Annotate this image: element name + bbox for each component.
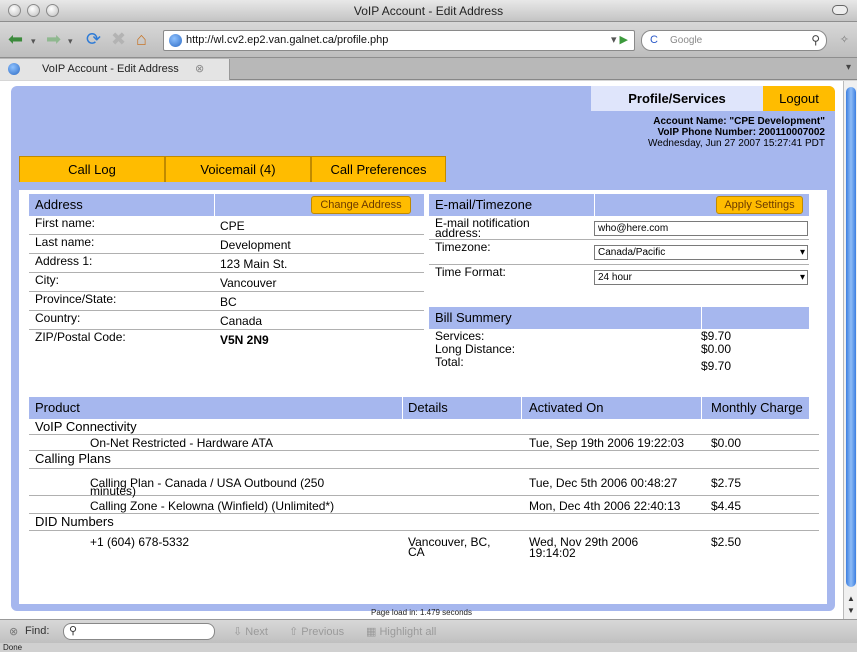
- address-row: Address 1: 123 Main St.: [29, 254, 424, 273]
- timezone-row: Timezone: Canada/Pacific ▾: [429, 240, 809, 265]
- col-details: Details: [408, 400, 448, 415]
- category-row: DID Numbers: [29, 514, 819, 531]
- address-row: ZIP/Postal Code: V5N 2N9: [35, 330, 269, 347]
- back-arrow-icon[interactable]: ⬅: [8, 29, 23, 49]
- address-row: Country: Canada: [29, 311, 424, 330]
- col-monthly-charge: Monthly Charge: [711, 400, 803, 415]
- search-input[interactable]: C Google ⚲: [641, 30, 827, 51]
- email-timezone-title: E-mail/Timezone: [435, 197, 533, 212]
- email-notification-input[interactable]: who@here.com: [594, 221, 808, 236]
- tab-call-log[interactable]: Call Log: [19, 156, 165, 182]
- header-divider: [521, 397, 522, 419]
- home-icon[interactable]: ⌂: [136, 29, 147, 49]
- chevron-down-icon: ▾: [799, 272, 805, 283]
- up-arrow-icon: ⇧: [289, 626, 299, 638]
- change-address-button[interactable]: Change Address: [311, 196, 411, 214]
- back-history-icon[interactable]: ▾: [31, 31, 36, 51]
- forward-arrow-icon[interactable]: ➡: [46, 29, 61, 49]
- address-row: Last name: Development: [29, 235, 424, 254]
- account-info: Account Name: "CPE Development" VoIP Pho…: [648, 116, 825, 149]
- header-divider: [701, 307, 702, 329]
- table-row: +1 (604) 678-5332 Vancouver, BC, CA Wed,…: [90, 535, 742, 560]
- tab-label: VoIP Account - Edit Address: [42, 63, 179, 75]
- products-header: Product Details Activated On Monthly Cha…: [29, 397, 809, 419]
- tab-voip-account[interactable]: VoIP Account - Edit Address ⊗: [0, 59, 230, 80]
- table-row: On-Net Restricted - Hardware ATA Tue, Se…: [29, 435, 819, 451]
- bill-summary-title: Bill Summery: [435, 310, 512, 325]
- products-table: VoIP Connectivity On-Net Restricted - Ha…: [29, 419, 819, 604]
- email-notification-row: E-mail notification address: who@here.co…: [429, 216, 809, 240]
- bill-summary-header: Bill Summery: [429, 307, 809, 329]
- toolbar-grip-icon: ✧: [839, 34, 849, 46]
- tab-call-preferences[interactable]: Call Preferences: [311, 156, 446, 182]
- search-icon[interactable]: ⚲: [811, 33, 820, 47]
- timezone-select[interactable]: Canada/Pacific ▾: [594, 245, 808, 260]
- current-datetime: Wednesday, Jun 27 2007 15:27:41 PDT: [648, 138, 825, 149]
- address-row: City: Vancouver: [29, 273, 424, 292]
- time-format-row: Time Format: 24 hour ▾: [429, 265, 809, 287]
- scroll-down-icon[interactable]: ▼: [847, 606, 855, 615]
- address-title: Address: [35, 197, 83, 212]
- account-frame: Profile/Services Logout Account Name: "C…: [11, 86, 835, 611]
- reload-icon[interactable]: ⟳: [86, 29, 101, 49]
- browser-toolbar: ⬅ ▾ ➡ ▾ ⟳ ✖ ⌂ http://wl.cv2.ep2.van.galn…: [0, 22, 857, 58]
- find-bar: ⊗ Find: ⚲ ⇩ Next ⇧ Previous ▦ Highlight …: [0, 619, 857, 643]
- scrollbar-thumb[interactable]: [846, 87, 856, 587]
- close-icon[interactable]: ⊗: [9, 625, 18, 638]
- main-panel: Address Change Address First name: CPE La…: [19, 190, 827, 604]
- address-bar[interactable]: http://wl.cv2.ep2.van.galnet.ca/profile.…: [163, 30, 635, 51]
- url-text: http://wl.cv2.ep2.van.galnet.ca/profile.…: [186, 34, 389, 46]
- category-row: VoIP Connectivity: [29, 419, 819, 435]
- stop-icon[interactable]: ✖: [111, 29, 126, 49]
- site-globe-icon: [169, 34, 182, 47]
- find-next-button[interactable]: ⇩ Next: [233, 625, 268, 638]
- logout-button[interactable]: Logout: [763, 86, 835, 111]
- header-divider: [594, 194, 595, 216]
- address-row: First name: CPE: [29, 216, 424, 235]
- col-activated-on: Activated On: [529, 400, 604, 415]
- tab-globe-icon: [8, 63, 20, 75]
- category-row: Calling Plans: [29, 451, 819, 469]
- tab-voicemail[interactable]: Voicemail (4): [165, 156, 311, 182]
- tab-list-icon[interactable]: ▾: [846, 62, 851, 73]
- status-bar: Done: [0, 643, 857, 652]
- down-arrow-icon: ⇩: [233, 626, 243, 638]
- table-row: Calling Plan - Canada / USA Outbound (25…: [29, 469, 819, 497]
- col-product: Product: [35, 400, 80, 415]
- find-input[interactable]: ⚲: [63, 623, 215, 640]
- window-title-bar: VoIP Account - Edit Address: [0, 0, 857, 22]
- search-placeholder: Google: [670, 35, 703, 46]
- header-divider: [701, 397, 702, 419]
- voip-number: VoIP Phone Number: 200110007002: [657, 127, 826, 138]
- vertical-scrollbar[interactable]: ▲ ▼: [843, 81, 857, 619]
- highlight-all-button[interactable]: ▦ Highlight all: [366, 625, 436, 638]
- toolbar-toggle-button[interactable]: [832, 5, 848, 15]
- page-load-time: Page load in: 1.479 seconds: [371, 608, 472, 617]
- tab-close-icon[interactable]: ⊗: [195, 62, 204, 75]
- header-divider: [214, 194, 215, 216]
- find-previous-button[interactable]: ⇧ Previous: [289, 625, 344, 638]
- time-format-select[interactable]: 24 hour ▾: [594, 270, 808, 285]
- page-content: Profile/Services Logout Account Name: "C…: [0, 81, 843, 619]
- table-row: Calling Zone - Kelowna (Winfield) (Unlim…: [29, 496, 819, 514]
- scroll-up-icon[interactable]: ▲: [847, 594, 855, 603]
- window-title: VoIP Account - Edit Address: [353, 4, 504, 18]
- search-engine-icon[interactable]: C: [650, 34, 658, 46]
- tab-bar: VoIP Account - Edit Address ⊗ ▾: [0, 58, 857, 80]
- apply-settings-button[interactable]: Apply Settings: [716, 196, 803, 214]
- find-label: Find:: [25, 625, 50, 637]
- profile-services-tab[interactable]: Profile/Services: [591, 86, 763, 111]
- forward-history-icon[interactable]: ▾: [68, 31, 73, 51]
- address-row: Province/State: BC: [29, 292, 424, 311]
- chevron-down-icon: ▾: [799, 247, 805, 258]
- account-name: Account Name: "CPE Development": [653, 116, 825, 127]
- search-icon: ⚲: [69, 625, 78, 637]
- header-divider: [402, 397, 403, 419]
- url-history-icon[interactable]: ▾ ▶: [611, 33, 628, 46]
- highlight-icon: ▦: [366, 626, 377, 638]
